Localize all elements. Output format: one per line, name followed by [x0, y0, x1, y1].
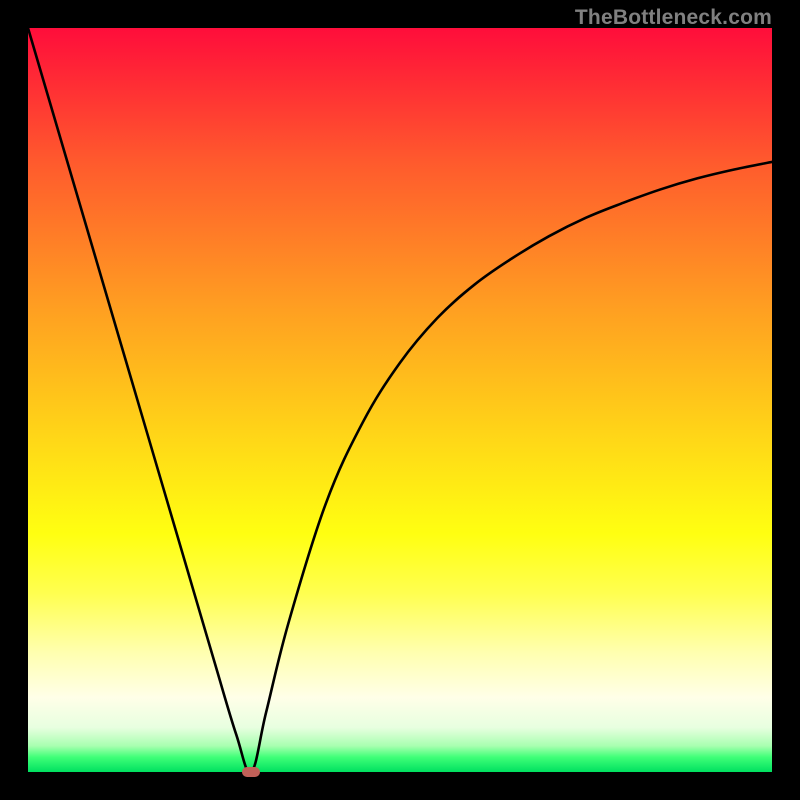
- chart-frame: TheBottleneck.com: [0, 0, 800, 800]
- bottleneck-curve: [28, 28, 772, 772]
- watermark-text: TheBottleneck.com: [575, 6, 772, 30]
- plot-area: [28, 28, 772, 772]
- optimal-point-marker: [242, 767, 260, 777]
